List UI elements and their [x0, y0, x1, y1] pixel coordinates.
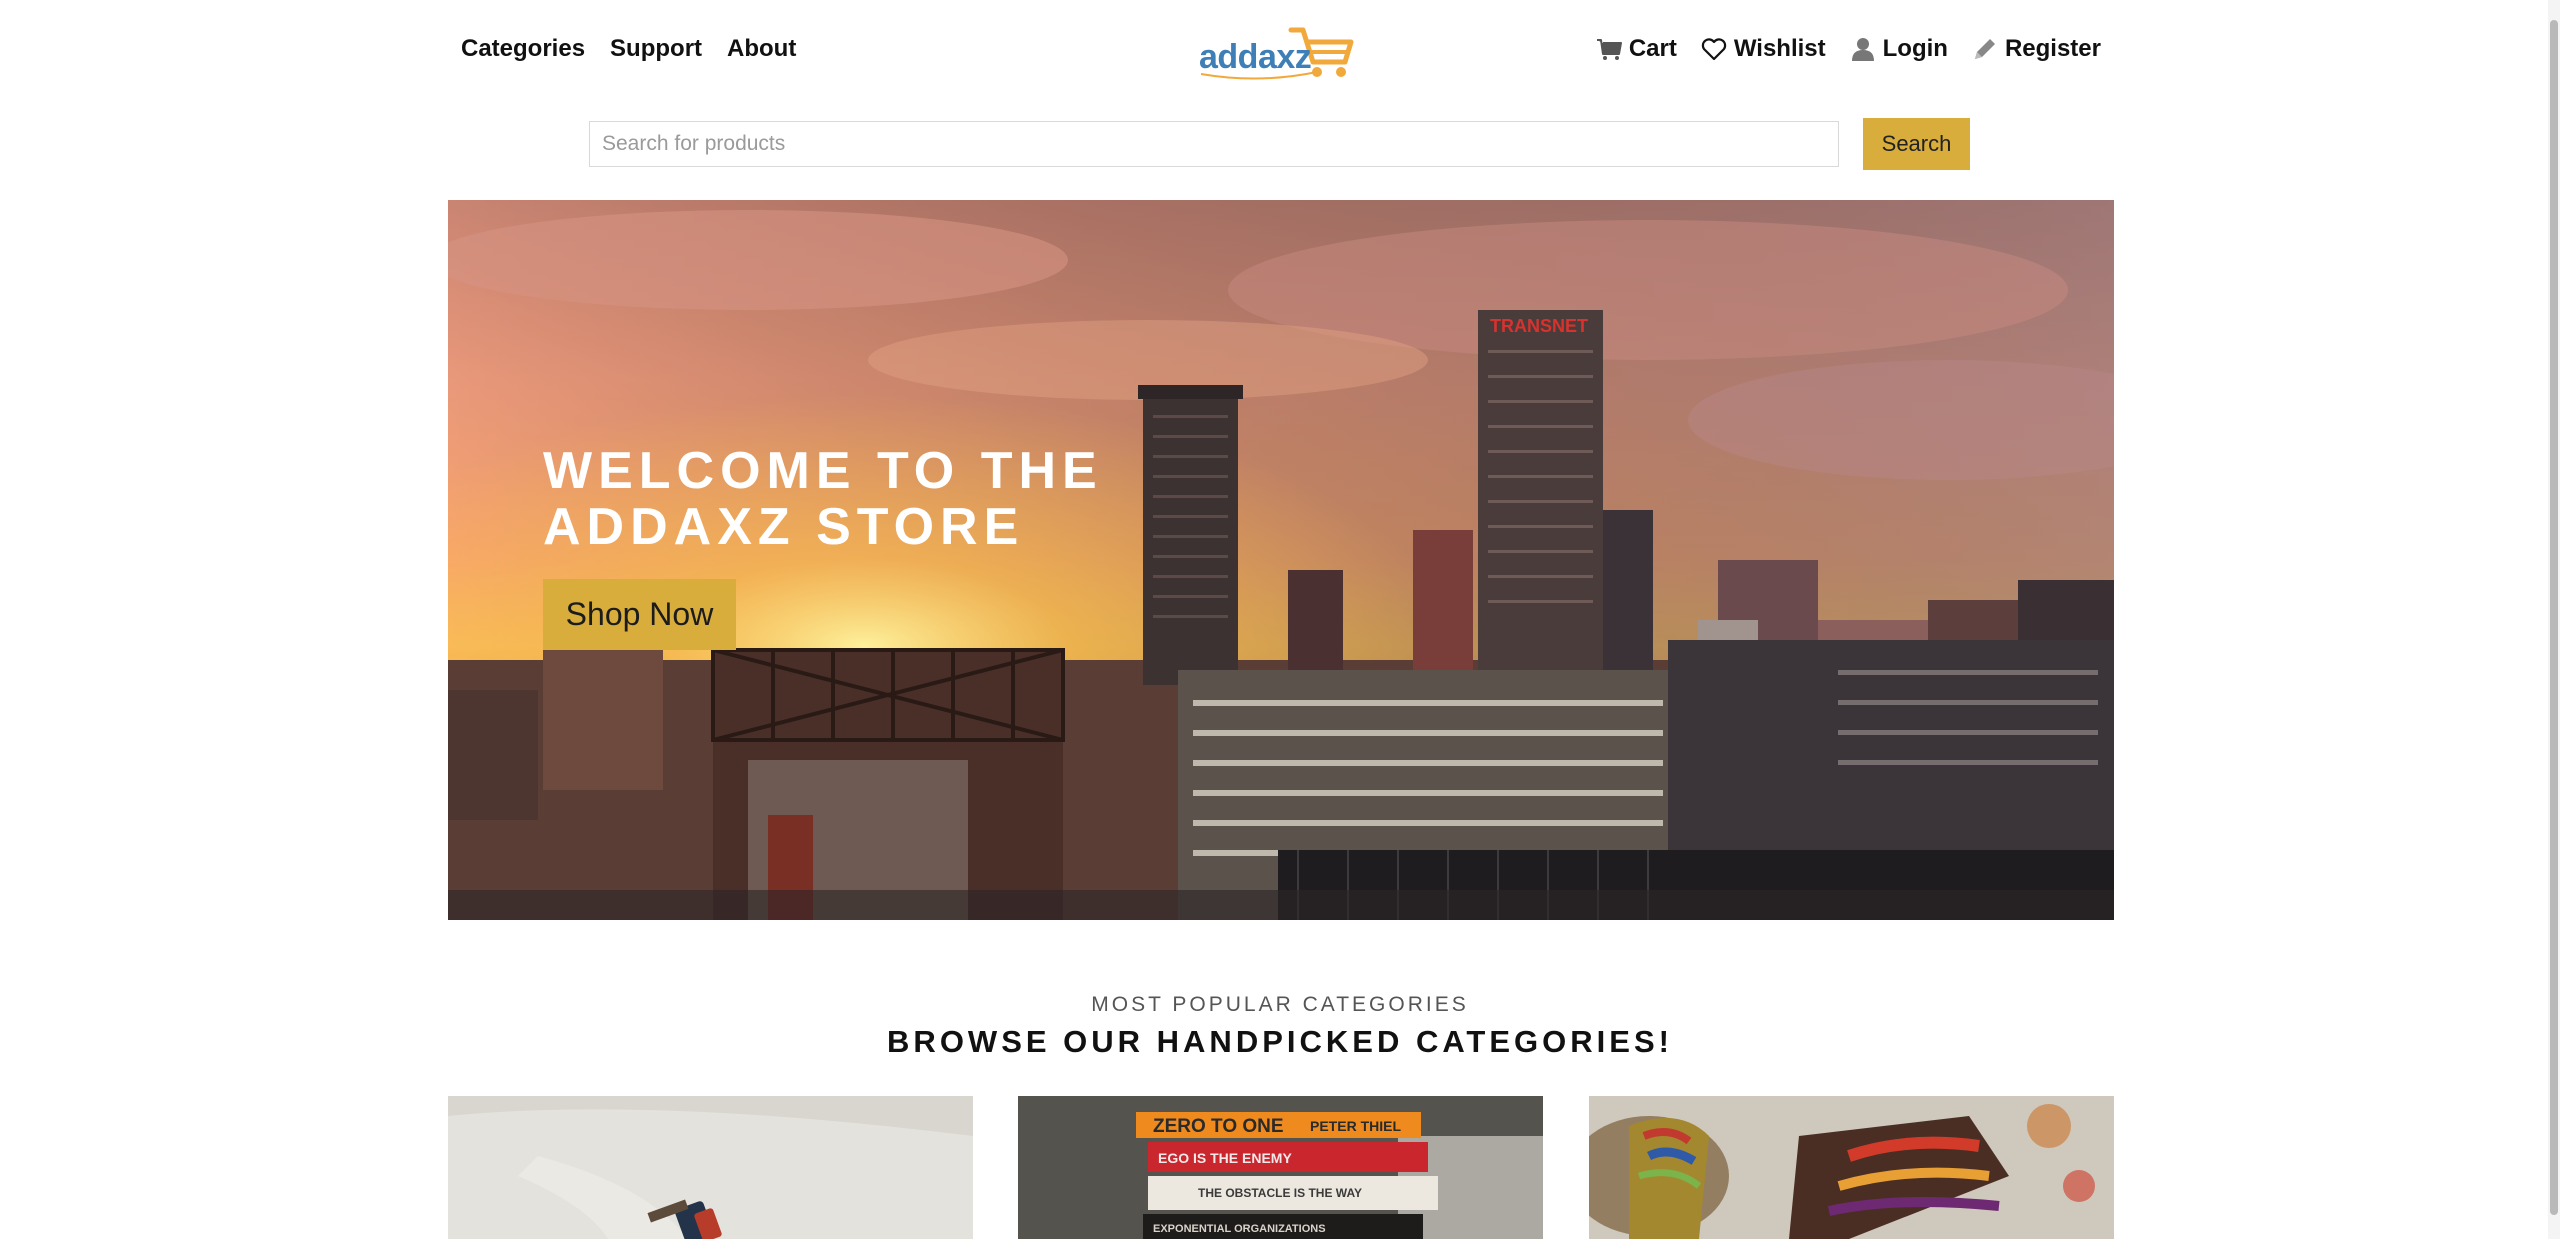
scrollbar-thumb[interactable]	[2550, 20, 2558, 1215]
cart-label: Cart	[1628, 35, 1677, 62]
shop-now-button[interactable]: Shop Now	[543, 579, 736, 650]
section-title: BROWSE OUR HANDPICKED CATEGORIES!	[887, 1024, 1673, 1059]
hero-banner: TRANSNET WELCOME TO THE ADDAXZ STORE Sho…	[448, 200, 2114, 920]
book-author-1: PETER THIEL	[1310, 1118, 1401, 1134]
nav-link-categories[interactable]: Categories	[461, 35, 585, 63]
category-card-1[interactable]	[448, 1096, 973, 1239]
login-link[interactable]: Login	[1850, 35, 1948, 63]
logo-text: addaxz	[1199, 38, 1312, 76]
book-title-3: THE OBSTACLE IS THE WAY	[1198, 1186, 1362, 1200]
category-cards: ZERO TO ONE PETER THIEL EGO IS THE ENEMY…	[448, 1096, 2114, 1239]
section-subtitle: MOST POPULAR CATEGORIES	[1091, 993, 1469, 1016]
paint-brush-fabric-image	[448, 1096, 973, 1239]
search-input[interactable]	[589, 121, 1839, 167]
page-scrollbar[interactable]	[2548, 0, 2560, 1239]
hero-title: WELCOME TO THE ADDAXZ STORE	[543, 442, 1103, 556]
login-label: Login	[1882, 35, 1948, 62]
pencil-icon	[1974, 39, 1995, 59]
transnet-sign: TRANSNET	[1490, 316, 1588, 336]
user-icon	[1851, 38, 1874, 61]
paint-brushes-image	[1589, 1096, 2114, 1239]
heart-icon	[1701, 38, 1727, 61]
book-title-4: EXPONENTIAL ORGANIZATIONS	[1153, 1223, 1326, 1235]
register-label: Register	[2004, 35, 2101, 62]
search-button[interactable]: Search	[1863, 118, 1970, 170]
category-card-2[interactable]: ZERO TO ONE PETER THIEL EGO IS THE ENEMY…	[1018, 1096, 1543, 1239]
site-logo[interactable]: addaxz	[1199, 22, 1359, 82]
city-skyline-image: TRANSNET	[448, 200, 2114, 920]
wishlist-label: Wishlist	[1733, 35, 1826, 62]
cart-link[interactable]: Cart	[1596, 35, 1677, 63]
primary-nav: Categories Support About	[461, 35, 796, 63]
site-header: Categories Support About addaxz Cart Wis…	[448, 0, 2114, 105]
nav-link-support[interactable]: Support	[610, 35, 702, 63]
book-title-2: EGO IS THE ENEMY	[1158, 1150, 1292, 1166]
nav-link-about[interactable]: About	[727, 35, 796, 63]
wishlist-link[interactable]: Wishlist	[1701, 35, 1826, 63]
cart-icon	[1596, 39, 1622, 60]
category-card-3[interactable]	[1589, 1096, 2114, 1239]
book-title-1: ZERO TO ONE	[1153, 1116, 1284, 1137]
books-stack-image: ZERO TO ONE PETER THIEL EGO IS THE ENEMY…	[1018, 1096, 1543, 1239]
register-link[interactable]: Register	[1972, 35, 2101, 63]
search-bar: Search	[589, 117, 1971, 171]
account-nav: Cart Wishlist Login Register	[1596, 35, 2101, 63]
